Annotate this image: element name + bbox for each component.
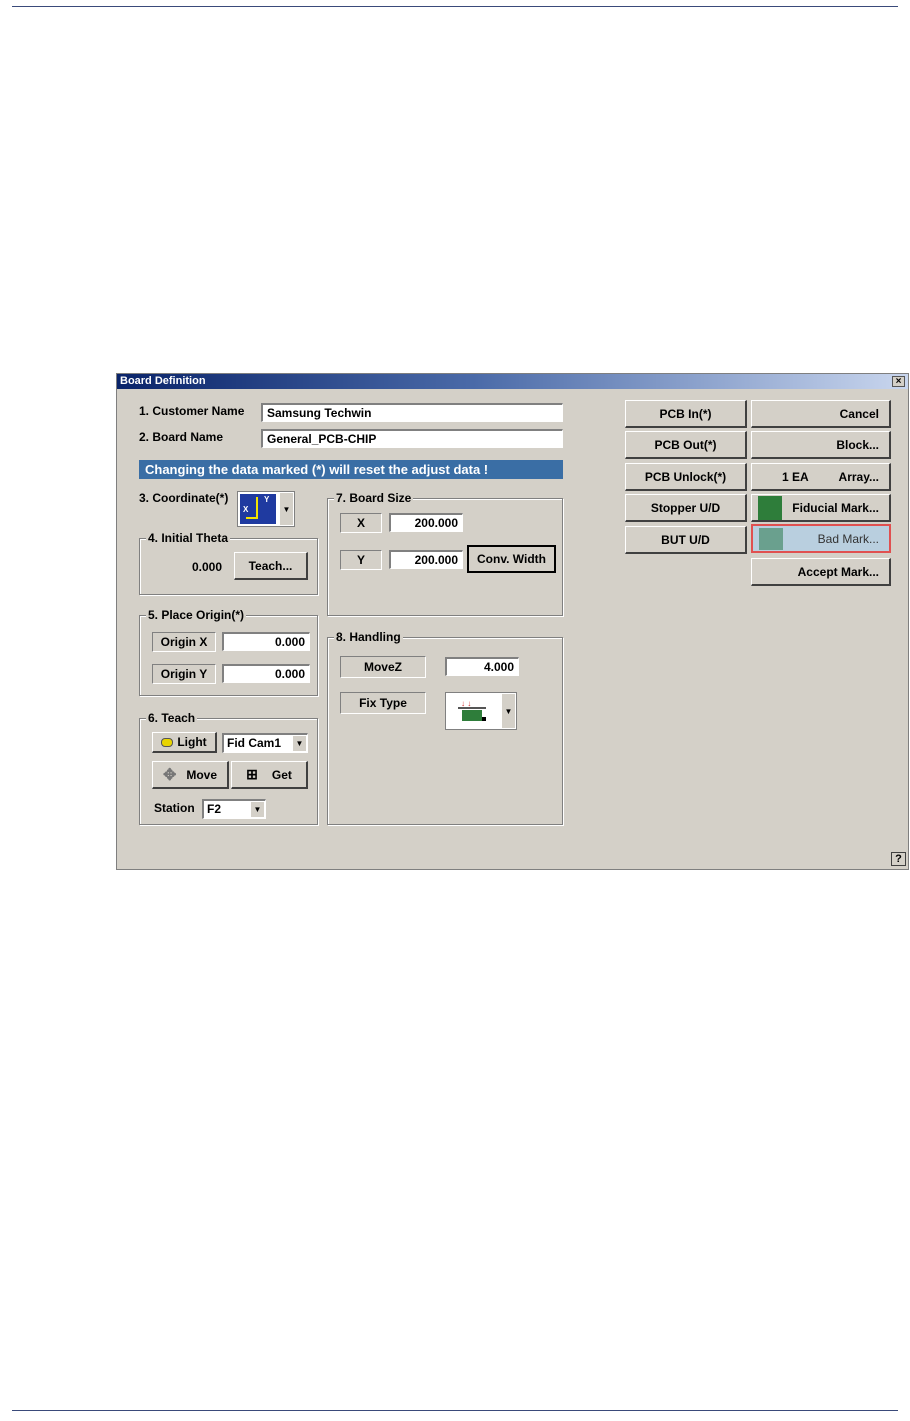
customer-name-label: 1. Customer Name bbox=[139, 404, 245, 418]
fix-type-icon: ↓ ↓ bbox=[458, 699, 488, 723]
close-icon[interactable]: × bbox=[892, 376, 905, 387]
bad-mark-swatch-icon bbox=[759, 528, 783, 550]
board-size-y-label: Y bbox=[340, 550, 382, 570]
camera-select-value: Fid Cam1 bbox=[227, 736, 282, 750]
board-name-label: 2. Board Name bbox=[139, 430, 224, 444]
move-button[interactable]: ✥ Move bbox=[152, 761, 229, 789]
chevron-down-icon: ▼ bbox=[292, 736, 306, 751]
board-size-x-label: X bbox=[340, 513, 382, 533]
board-size-y-input[interactable]: 200.000 bbox=[389, 550, 463, 569]
move-button-label: Move bbox=[186, 767, 218, 782]
array-button[interactable]: 1 EA Array... bbox=[751, 463, 891, 491]
dialog-titlebar: Board Definition × bbox=[117, 374, 908, 389]
origin-y-input[interactable]: 0.000 bbox=[222, 664, 310, 683]
customer-name-input[interactable]: Samsung Techwin bbox=[261, 403, 563, 422]
board-size-x-input[interactable]: 200.000 bbox=[389, 513, 463, 532]
fix-type-label: Fix Type bbox=[340, 692, 426, 714]
origin-x-label: Origin X bbox=[152, 632, 216, 652]
board-size-group: 7. Board Size X 200.000 Y 200.000 Conv. … bbox=[327, 491, 563, 616]
coordinate-axis-icon: Y X bbox=[240, 494, 276, 524]
pcb-out-button[interactable]: PCB Out(*) bbox=[625, 431, 747, 459]
chevron-down-icon: ▼ bbox=[279, 493, 293, 525]
teach-title: 6. Teach bbox=[146, 711, 198, 725]
chevron-down-icon: ▼ bbox=[250, 802, 264, 817]
array-count: 1 EA bbox=[782, 469, 809, 484]
help-icon[interactable]: ? bbox=[891, 852, 906, 866]
array-button-label: Array... bbox=[838, 469, 879, 484]
coordinate-label: 3. Coordinate(*) bbox=[139, 491, 229, 505]
origin-y-label: Origin Y bbox=[152, 664, 216, 684]
warning-banner: Changing the data marked (*) will reset … bbox=[139, 460, 563, 479]
get-button-label: Get bbox=[271, 767, 292, 782]
camera-select[interactable]: Fid Cam1 ▼ bbox=[222, 733, 308, 753]
get-button[interactable]: ⊞ Get bbox=[231, 761, 308, 789]
pcb-unlock-button[interactable]: PCB Unlock(*) bbox=[625, 463, 747, 491]
teach-group: 6. Teach Light Fid Cam1 ▼ ✥ Move ⊞ Get S… bbox=[139, 711, 318, 825]
light-button-label: Light bbox=[177, 735, 207, 749]
station-select-value: F2 bbox=[207, 802, 222, 816]
stopper-ud-button[interactable]: Stopper U/D bbox=[625, 494, 747, 522]
grid-target-icon: ⊞ bbox=[246, 766, 258, 782]
conv-width-button[interactable]: Conv. Width bbox=[467, 545, 556, 573]
place-origin-group: 5. Place Origin(*) Origin X 0.000 Origin… bbox=[139, 608, 318, 696]
bad-mark-label: Bad Mark... bbox=[817, 531, 879, 546]
board-size-title: 7. Board Size bbox=[334, 491, 414, 505]
movez-input[interactable]: 4.000 bbox=[445, 657, 519, 676]
movez-label: MoveZ bbox=[340, 656, 426, 678]
page-bottom-rule bbox=[12, 1410, 898, 1411]
initial-theta-value: 0.000 bbox=[192, 560, 223, 574]
fiducial-swatch-icon bbox=[758, 496, 782, 520]
bulb-icon bbox=[161, 737, 174, 747]
board-name-input[interactable]: General_PCB-CHIP bbox=[261, 429, 563, 448]
page-top-rule bbox=[12, 6, 898, 7]
initial-theta-group: 4. Initial Theta 0.000 Teach... bbox=[139, 531, 318, 595]
station-select[interactable]: F2 ▼ bbox=[202, 799, 266, 819]
coordinate-select[interactable]: Y X ▼ bbox=[237, 491, 295, 527]
origin-x-input[interactable]: 0.000 bbox=[222, 632, 310, 651]
fiducial-mark-button[interactable]: Fiducial Mark... bbox=[751, 494, 891, 522]
block-button[interactable]: Block... bbox=[751, 431, 891, 459]
teach-button[interactable]: Teach... bbox=[234, 552, 308, 580]
board-definition-dialog: Board Definition × 1. Customer Name Sams… bbox=[116, 373, 909, 870]
accept-mark-button[interactable]: Accept Mark... bbox=[751, 558, 891, 586]
station-label: Station bbox=[154, 801, 195, 815]
fix-type-select[interactable]: ↓ ↓ ▼ bbox=[445, 692, 517, 730]
but-ud-button[interactable]: BUT U/D bbox=[625, 526, 747, 554]
pcb-in-button[interactable]: PCB In(*) bbox=[625, 400, 747, 428]
place-origin-title: 5. Place Origin(*) bbox=[146, 608, 247, 622]
dialog-title: Board Definition bbox=[120, 375, 206, 387]
bad-mark-button[interactable]: Bad Mark... bbox=[751, 524, 891, 553]
move-arrows-icon: ✥ bbox=[162, 766, 177, 784]
initial-theta-title: 4. Initial Theta bbox=[146, 531, 231, 545]
cancel-button[interactable]: Cancel bbox=[751, 400, 891, 428]
fiducial-mark-label: Fiducial Mark... bbox=[792, 500, 879, 515]
handling-title: 8. Handling bbox=[334, 630, 403, 644]
light-button[interactable]: Light bbox=[152, 732, 217, 753]
chevron-down-icon: ▼ bbox=[501, 694, 515, 728]
handling-group: 8. Handling MoveZ 4.000 Fix Type ↓ ↓ ▼ bbox=[327, 630, 563, 825]
